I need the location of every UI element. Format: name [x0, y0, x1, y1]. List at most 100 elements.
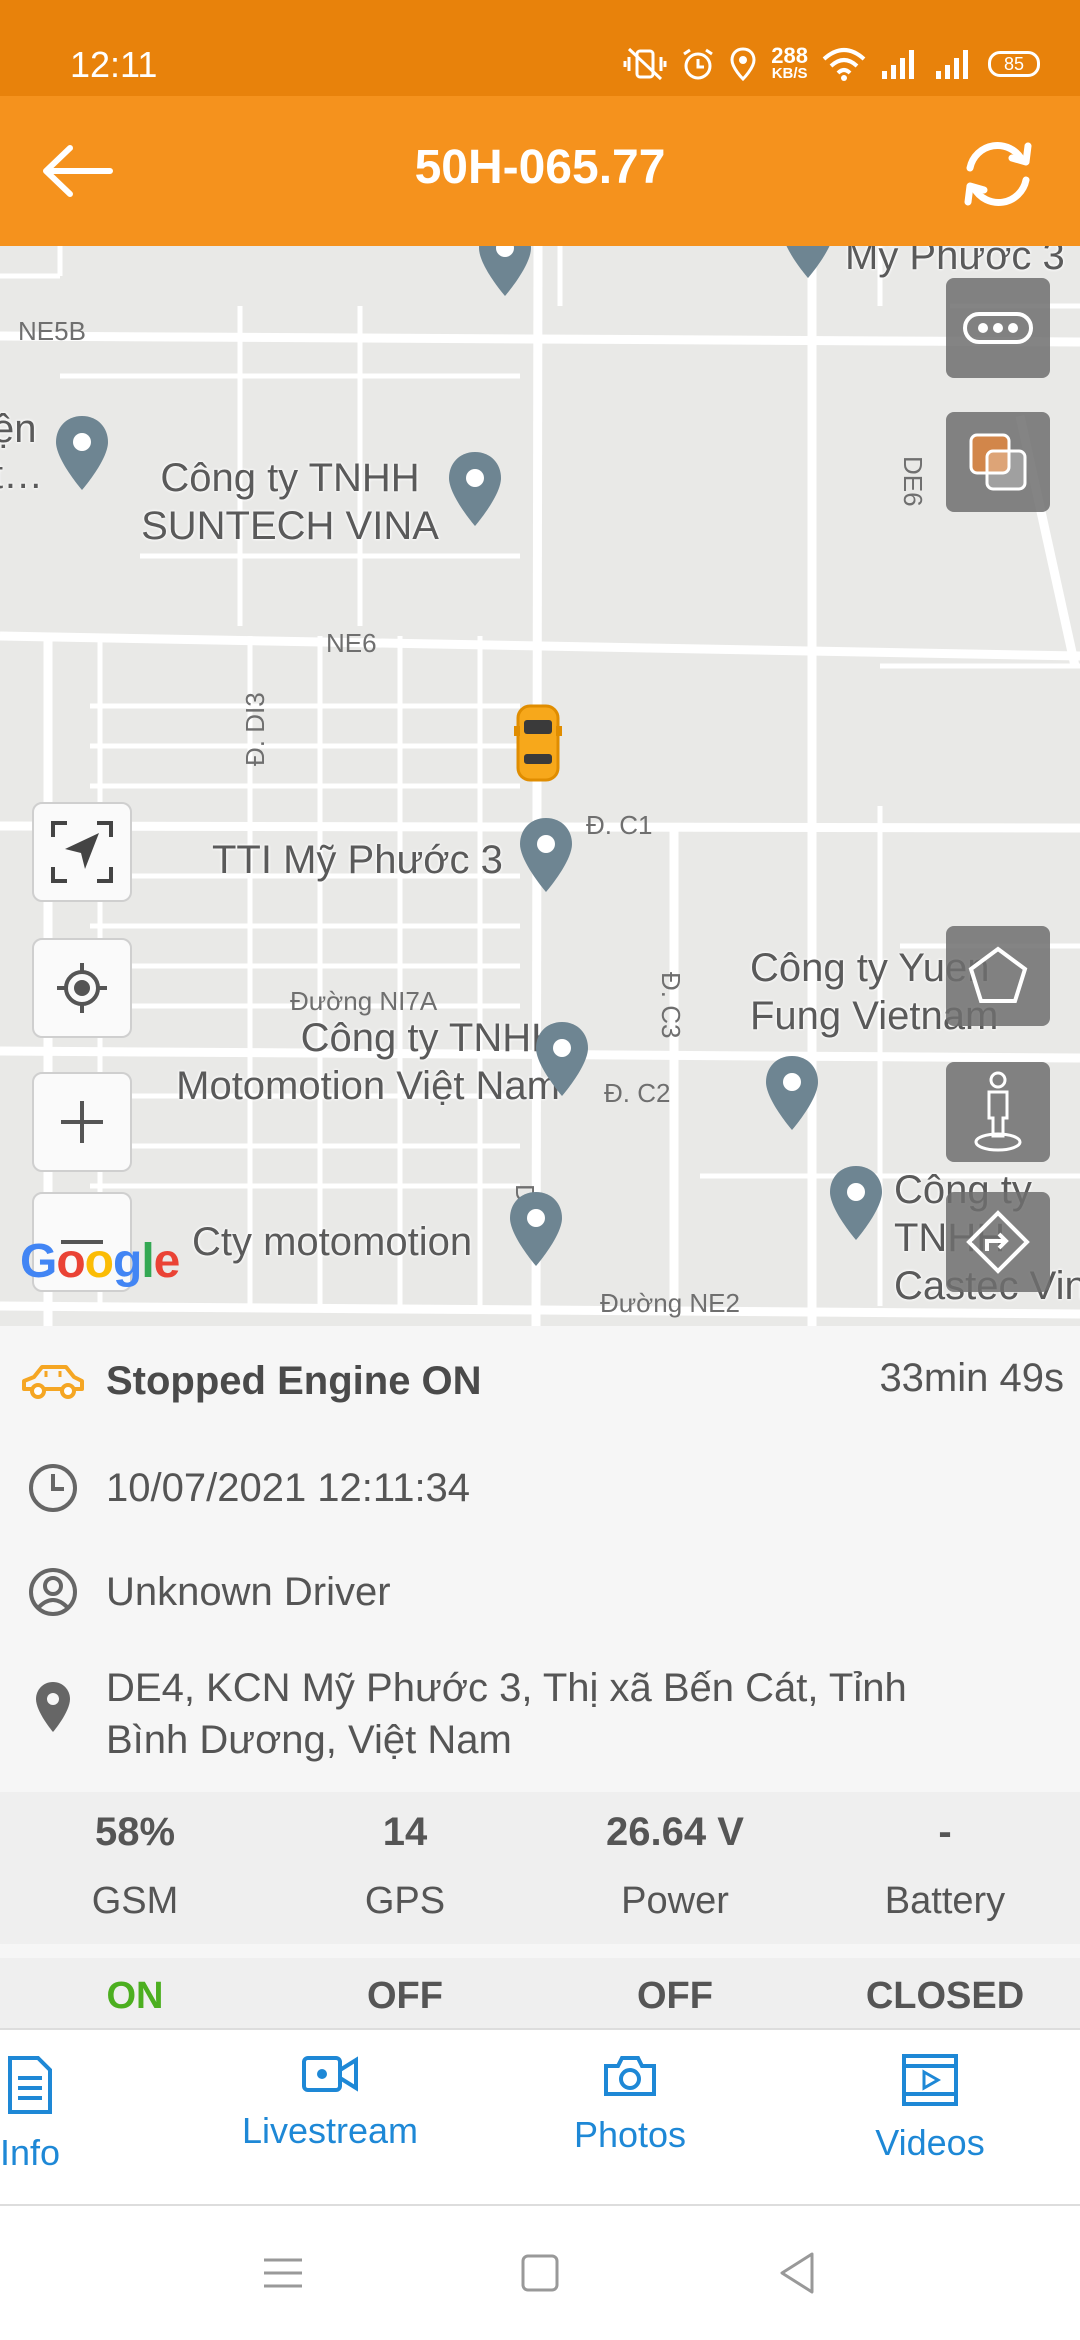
poi-label-motomotion-vn: Công ty TNHH Motomotion Việt Nam	[176, 1016, 560, 1108]
stat-gsm: 58% GSM	[0, 1792, 270, 1944]
status-row: Stopped Engine ON 33min 49s	[0, 1326, 1080, 1436]
directions-button[interactable]	[946, 1192, 1050, 1292]
clock-icon	[0, 1462, 106, 1514]
film-icon	[902, 2054, 958, 2106]
net-speed: 288 KB/S	[771, 45, 808, 82]
stats-grid: 58% GSM 14 GPS 26.64 V Power - Battery	[0, 1792, 1080, 1944]
map-pin-icon[interactable]	[778, 246, 838, 282]
geofence-button[interactable]	[946, 926, 1050, 1026]
refresh-button[interactable]	[956, 132, 1040, 216]
poi-label-tti: TTI Mỹ Phước 3	[212, 838, 503, 882]
address-line-2: Bình Dương, Việt Nam	[106, 1718, 512, 1762]
location-icon	[730, 47, 756, 81]
system-nav-bar	[0, 2206, 1080, 2340]
net-speed-unit: KB/S	[771, 65, 808, 82]
page-title: 50H-065.77	[414, 141, 666, 194]
home-icon[interactable]	[515, 2248, 565, 2298]
pentagon-icon	[968, 946, 1028, 1003]
status-icons: 288 KB/S 85	[623, 44, 1040, 84]
stat-power: 26.64 V Power	[540, 1792, 810, 1944]
wifi-icon	[822, 48, 866, 81]
menu-icon[interactable]	[258, 2248, 308, 2298]
map-pin-icon[interactable]	[506, 1190, 566, 1270]
road-label-de6: DE6	[898, 456, 928, 507]
nav-photos[interactable]: Photos	[530, 2054, 730, 2156]
last-update-time: 10/07/2021 12:11:34	[106, 1465, 471, 1510]
nav-videos-label: Videos	[875, 2122, 985, 2163]
address-line-1: DE4, KCN Mỹ Phước 3, Thị xã Bến Cát, Tỉn…	[106, 1666, 907, 1710]
user-circle-icon	[0, 1566, 106, 1618]
map-pin-icon[interactable]	[475, 246, 535, 300]
state-door: CLOSED	[865, 1975, 1025, 2017]
io-states: ON OFF OFF CLOSED	[0, 1958, 1080, 2028]
crosshair-icon	[57, 963, 107, 1013]
signal-icon-2	[936, 50, 968, 79]
road-label-c2: Đ. C2	[604, 1078, 671, 1108]
navigation-arrow-icon	[51, 821, 113, 883]
nav-photos-label: Photos	[573, 2114, 687, 2155]
directions-icon	[966, 1210, 1030, 1274]
bottom-nav: Info Livestream Photos Videos	[0, 2028, 1080, 2206]
poi-label-my-phuoc-3: Mỹ Phước 3	[845, 246, 1065, 278]
state-engine: ON	[106, 1975, 164, 2017]
stat-battery: - Battery	[810, 1792, 1080, 1944]
refresh-icon	[964, 141, 1032, 207]
plus-icon	[61, 1101, 103, 1143]
stat-value: 26.64 V	[606, 1810, 744, 1854]
zoom-in-button[interactable]	[32, 1072, 132, 1172]
document-list-icon	[8, 2056, 52, 2114]
road-label-ni7a: Đường NI7A	[290, 986, 438, 1016]
road-label-c3: Đ. C3	[656, 972, 686, 1039]
driver-row: Unknown Driver	[0, 1540, 1080, 1644]
video-camera-icon	[302, 2056, 358, 2092]
driver-name: Unknown Driver	[106, 1569, 391, 1614]
stat-label: Battery	[884, 1880, 1006, 1922]
nav-info-label: Info	[0, 2132, 61, 2173]
stat-value: 14	[382, 1810, 428, 1854]
address-row: DE4, KCN Mỹ Phước 3, Thị xã Bến Cát, Tỉn…	[0, 1644, 1080, 1780]
vehicle-address: DE4, KCN Mỹ Phước 3, Thị xã Bến Cát, Tỉn…	[106, 1662, 907, 1766]
person-icon	[974, 1071, 1022, 1152]
google-attribution: Google	[20, 1235, 180, 1288]
alarm-icon	[683, 48, 714, 80]
status-duration: 33min 49s	[879, 1356, 1064, 1400]
map-pin-icon[interactable]	[52, 414, 112, 494]
street-view-button[interactable]	[946, 1062, 1050, 1162]
back-triangle-icon[interactable]	[772, 2248, 822, 2298]
timestamp-row: 10/07/2021 12:11:34	[0, 1436, 1080, 1540]
poi-label-edge: ện t…	[0, 407, 44, 497]
nav-livestream-label: Livestream	[241, 2110, 419, 2151]
battery-indicator: 85	[988, 51, 1040, 77]
nav-livestream[interactable]: Livestream	[230, 2054, 430, 2152]
map-layers-button[interactable]	[946, 412, 1050, 512]
stat-label: GSM	[91, 1880, 179, 1922]
vehicle-marker-icon[interactable]	[514, 702, 562, 784]
road-label-ne6: NE6	[326, 628, 377, 658]
state-io-3: OFF	[637, 1975, 713, 2017]
more-options-button[interactable]	[946, 278, 1050, 378]
my-location-button[interactable]	[32, 938, 132, 1038]
stat-value: 58%	[94, 1810, 176, 1854]
map-view[interactable]: Mỹ Phước 3 NE5B ện t… Công ty TNHH SUNTE…	[0, 246, 1080, 1326]
status-bar: 12:11 288 KB/S 85	[0, 0, 1080, 96]
map-pin-icon[interactable]	[445, 450, 505, 530]
map-pin-icon[interactable]	[762, 1054, 822, 1134]
car-icon	[0, 1361, 106, 1401]
fit-bounds-button[interactable]	[32, 802, 132, 902]
vehicle-status: Stopped Engine ON	[106, 1358, 482, 1403]
location-pin-icon	[0, 1662, 106, 1734]
poi-label-cty-motomotion: Cty motomotion	[192, 1220, 473, 1264]
stat-label: GPS	[364, 1880, 446, 1922]
nav-info[interactable]: Info	[0, 2054, 130, 2174]
vehicle-info-panel: Stopped Engine ON 33min 49s 10/07/2021 1…	[0, 1326, 1080, 1780]
map-pin-icon[interactable]	[826, 1164, 886, 1244]
map-pin-icon[interactable]	[516, 816, 576, 896]
nav-videos[interactable]: Videos	[830, 2054, 1030, 2164]
map-pin-icon[interactable]	[532, 1020, 592, 1100]
status-time: 12:11	[70, 44, 158, 85]
app-bar: 50H-065.77	[0, 96, 1080, 246]
layers-icon	[969, 433, 1027, 491]
more-dots-icon	[963, 312, 1033, 344]
camera-icon	[604, 2056, 656, 2096]
state-io-2: OFF	[367, 1975, 443, 2017]
